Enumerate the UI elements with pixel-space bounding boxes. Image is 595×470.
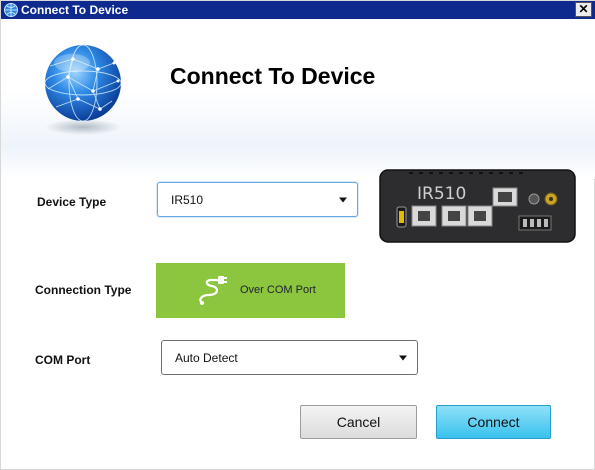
- globe-icon: [44, 44, 122, 135]
- plug-cable-icon: [199, 276, 227, 305]
- connection-option-com-port[interactable]: Over COM Port: [156, 263, 345, 318]
- close-button[interactable]: ✕: [575, 2, 592, 17]
- title-bar: Connect To Device ✕: [1, 1, 595, 19]
- device-model-text: IR510: [417, 184, 466, 204]
- globe-app-icon: [4, 3, 18, 17]
- device-image: IR510: [379, 169, 576, 243]
- connection-option-label: Over COM Port: [240, 284, 316, 296]
- chevron-down-icon: [399, 355, 407, 360]
- close-icon: ✕: [578, 2, 589, 16]
- window-title: Connect To Device: [21, 3, 129, 17]
- device-type-label: Device Type: [37, 195, 107, 209]
- connection-type-label: Connection Type: [35, 283, 132, 297]
- com-port-dropdown[interactable]: Auto Detect: [161, 340, 418, 375]
- device-type-value: IR510: [171, 192, 204, 207]
- chevron-down-icon: [339, 197, 347, 202]
- com-port-label: COM Port: [35, 353, 91, 367]
- connect-button[interactable]: Connect: [436, 405, 551, 439]
- page-title: Connect To Device: [170, 63, 376, 89]
- connect-dialog: Connect To Device ✕ Connect To Device De…: [0, 0, 595, 470]
- com-port-value: Auto Detect: [175, 350, 238, 365]
- device-type-dropdown[interactable]: IR510: [157, 182, 358, 217]
- cancel-button[interactable]: Cancel: [300, 405, 417, 439]
